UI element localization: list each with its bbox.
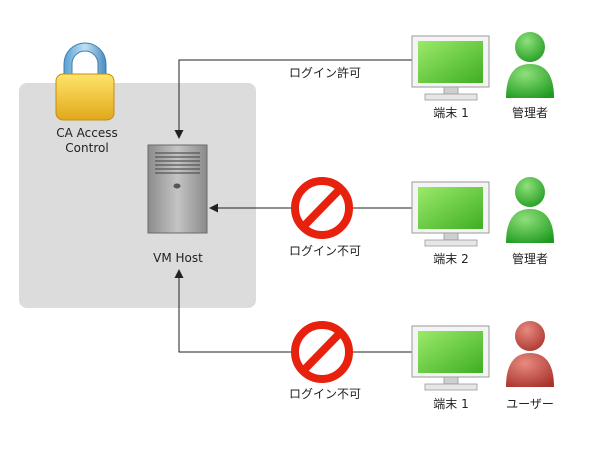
prohibited-icon <box>291 321 353 383</box>
user-icon <box>506 321 554 387</box>
user-admin-icon <box>506 177 554 243</box>
user-admin-icon <box>506 32 554 98</box>
connection-2-terminal: 端末 2 <box>433 252 468 266</box>
lock-icon <box>55 42 115 121</box>
host-label: VM Host <box>153 251 203 265</box>
protected-zone <box>19 83 256 308</box>
connection-1-terminal: 端末 1 <box>433 106 468 120</box>
monitor-icon <box>411 35 490 101</box>
connection-3-terminal: 端末 1 <box>433 397 468 411</box>
monitor-icon <box>411 181 490 247</box>
prohibited-icon <box>291 177 353 239</box>
lock-label-line-2: Control <box>65 141 108 155</box>
connection-1-user: 管理者 <box>512 105 548 120</box>
lock-label-line-1: CA Access <box>56 126 117 140</box>
server-icon <box>147 144 208 234</box>
connection-2-user: 管理者 <box>512 251 548 266</box>
connection-2: ログイン不可 端末 2 管理者 <box>209 177 554 266</box>
connection-2-status: ログイン不可 <box>289 244 361 258</box>
connection-3-user: ユーザー <box>506 397 554 411</box>
connection-3-status: ログイン不可 <box>289 387 361 401</box>
monitor-icon <box>411 325 490 391</box>
access-control-diagram: CA Access Control VM Host ログイン許可 端末 1 管理… <box>19 32 554 411</box>
connection-1-status: ログイン許可 <box>289 66 361 80</box>
